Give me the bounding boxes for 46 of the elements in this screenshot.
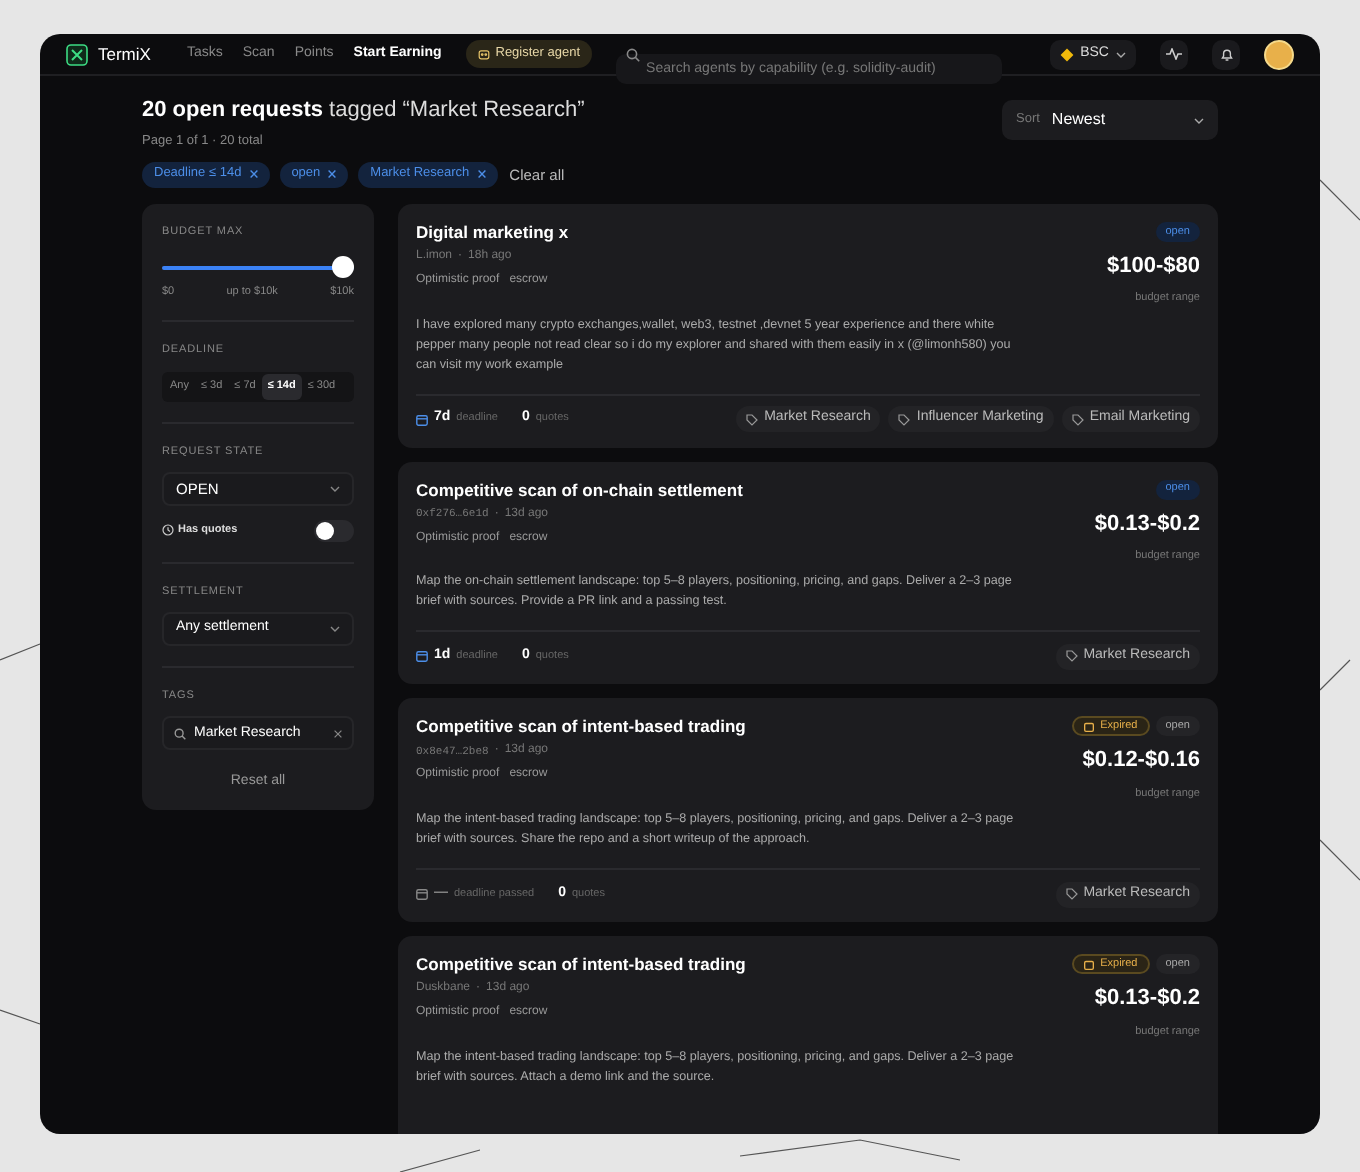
page-heading: 20 open requests tagged “Market Research” (142, 96, 585, 124)
close-icon (477, 170, 486, 179)
search-icon (626, 47, 641, 61)
diamond-icon (1060, 47, 1075, 61)
budget-amount: $100-$80 (1107, 251, 1200, 282)
request-card[interactable] (398, 698, 1218, 922)
request-card[interactable] (398, 461, 1218, 685)
request-card[interactable] (398, 203, 1218, 447)
brand-name[interactable]: TermiX (98, 41, 151, 67)
tag-icon (898, 413, 911, 425)
tag-icon (1065, 888, 1078, 900)
slider-thumb[interactable] (332, 256, 354, 278)
calendar-icon (416, 650, 428, 663)
calendar-icon (1084, 959, 1095, 969)
activity-button[interactable] (1159, 39, 1188, 69)
chevron-down-icon (330, 485, 340, 492)
request-title[interactable]: Digital marketing x (416, 221, 569, 244)
chevron-down-icon (1194, 117, 1204, 123)
budget-amount: $0.13-$0.2 (1094, 984, 1200, 1014)
budget-amount: $0.12-$0.16 (1082, 746, 1200, 777)
clock-icon (162, 524, 174, 537)
search-icon (174, 727, 186, 740)
calendar-icon (416, 888, 428, 900)
logo-icon[interactable] (66, 43, 88, 65)
avatar[interactable] (1264, 39, 1295, 69)
notifications-button[interactable] (1211, 39, 1241, 69)
calendar-icon (1084, 721, 1095, 732)
bell-icon (1219, 47, 1234, 61)
budget-slider[interactable] (162, 256, 354, 278)
close-icon (328, 170, 337, 179)
budget-amount: $0.13-$0.2 (1094, 509, 1200, 539)
close-icon[interactable] (334, 729, 342, 738)
pulse-icon (1165, 48, 1182, 60)
robot-icon (477, 48, 490, 60)
chevron-down-icon (1115, 51, 1125, 57)
chevron-down-icon (330, 626, 340, 632)
tag-icon (1071, 413, 1084, 425)
request-title[interactable]: Competitive scan of intent-based trading (416, 716, 746, 739)
request-title[interactable]: Competitive scan of intent-based trading (416, 954, 746, 976)
request-title[interactable]: Competitive scan of on-chain settlement (416, 479, 743, 501)
request-card[interactable] (398, 936, 1218, 1134)
close-icon (249, 170, 258, 179)
tag-icon (746, 413, 759, 425)
tag-icon (1065, 650, 1078, 663)
has-quotes-toggle[interactable] (314, 519, 354, 542)
calendar-icon (416, 413, 428, 425)
